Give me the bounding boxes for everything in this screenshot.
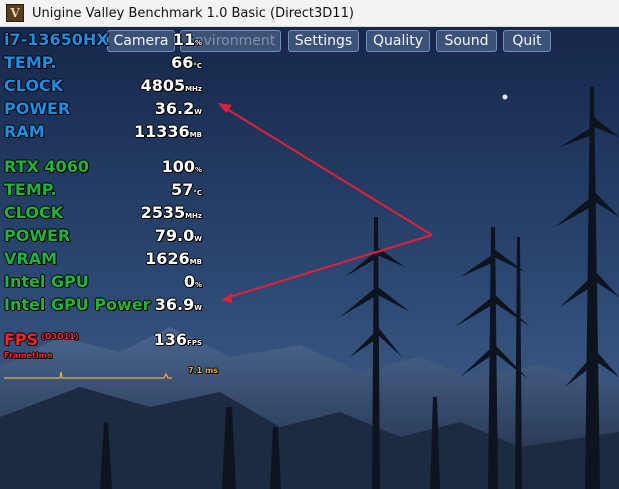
gpu-load: 100% [161, 157, 202, 176]
frametime-value: 7.1 ms [188, 366, 219, 375]
valley-logo-icon: V [6, 4, 24, 22]
igpu-load: 0% [183, 272, 202, 291]
title-bar: V Unigine Valley Benchmark 1.0 Basic (Di… [0, 0, 619, 27]
gpu-clock: 2535MHz [140, 203, 202, 222]
gpu-clock-label: CLOCK [4, 203, 64, 222]
fps-value: 136FPS [153, 330, 202, 349]
quit-button[interactable]: Quit [503, 30, 551, 52]
igpu-name: Intel GPU [4, 272, 89, 291]
ram-label: RAM [4, 122, 45, 141]
cpu-temp: 66°C [171, 53, 202, 72]
quality-button[interactable]: Quality [366, 30, 430, 52]
settings-button[interactable]: Settings [288, 30, 359, 52]
gpu-power-label: POWER [4, 226, 71, 245]
igpu-power: 36.9W [154, 295, 202, 314]
cpu-power-label: POWER [4, 99, 71, 118]
window-title: Unigine Valley Benchmark 1.0 Basic (Dire… [32, 5, 354, 21]
frametime-graph [4, 371, 172, 379]
cpu-temp-label: TEMP. [4, 53, 57, 72]
cpu-load: 11% [172, 30, 202, 49]
sound-button[interactable]: Sound [436, 30, 497, 52]
fps-api: (D3D11) [41, 331, 79, 341]
cpu-clock: 4805MHz [140, 76, 202, 95]
vram-value: 1626MB [145, 249, 202, 268]
vram-label: VRAM [4, 249, 58, 268]
cpu-clock-label: CLOCK [4, 76, 64, 95]
star-icon [502, 94, 508, 100]
cpu-power: 36.2W [154, 99, 202, 118]
fps-label: FPS (D3D11) [4, 330, 79, 349]
frametime-label: Frametime [4, 351, 53, 360]
gpu-temp: 57°C [171, 180, 202, 199]
ram-value: 11336MB [134, 122, 202, 141]
gpu-name: RTX 4060 [4, 157, 89, 176]
gpu-power: 79.0W [154, 226, 202, 245]
gpu-temp-label: TEMP. [4, 180, 57, 199]
